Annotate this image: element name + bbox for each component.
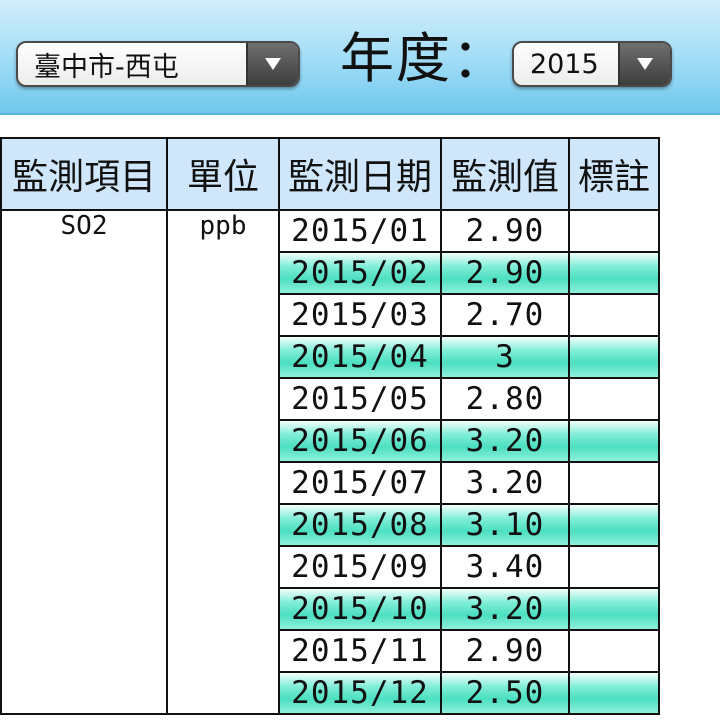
value-cell: 3.10 — [440, 503, 570, 547]
value-cell: 3.20 — [440, 461, 570, 505]
header-note: 標註 — [568, 137, 660, 211]
value-cell: 2.50 — [440, 671, 570, 715]
value-cell: 3.20 — [440, 419, 570, 463]
date-cell: 2015/06 — [278, 419, 442, 463]
note-cell — [568, 503, 660, 547]
header-date: 監測日期 — [278, 137, 442, 211]
note-cell — [568, 587, 660, 631]
item-cell: SO2 — [0, 209, 168, 715]
value-cell: 3.40 — [440, 545, 570, 589]
date-cell: 2015/03 — [278, 293, 442, 337]
year-value: 2015 — [530, 48, 599, 80]
city-dropdown-button[interactable] — [246, 43, 298, 85]
value-cell: 2.80 — [440, 377, 570, 421]
year-select[interactable]: 2015 — [512, 41, 672, 87]
note-cell — [568, 629, 660, 673]
value-cell: 3 — [440, 335, 570, 379]
date-cell: 2015/07 — [278, 461, 442, 505]
value-cell: 2.90 — [440, 629, 570, 673]
unit-cell: ppb — [166, 209, 280, 715]
monitoring-table: 監測項目 單位 監測日期 監測值 標註 SO2 ppb 2015/01 2.90… — [0, 137, 660, 715]
date-cell: 2015/01 — [278, 209, 442, 253]
note-cell — [568, 419, 660, 463]
date-cell: 2015/11 — [278, 629, 442, 673]
note-cell — [568, 335, 660, 379]
value-cell: 2.90 — [440, 251, 570, 295]
value-cell: 2.70 — [440, 293, 570, 337]
value-cell: 3.20 — [440, 587, 570, 631]
date-cell: 2015/04 — [278, 335, 442, 379]
date-cell: 2015/05 — [278, 377, 442, 421]
note-cell — [568, 671, 660, 715]
year-label: 年度： — [340, 27, 508, 90]
city-station-value: 臺中市-西屯 — [34, 51, 179, 83]
note-cell — [568, 377, 660, 421]
date-cell: 2015/12 — [278, 671, 442, 715]
date-cell: 2015/09 — [278, 545, 442, 589]
chevron-down-icon — [637, 58, 653, 70]
year-dropdown-button[interactable] — [618, 43, 670, 85]
note-cell — [568, 461, 660, 505]
note-cell — [568, 209, 660, 253]
header-item: 監測項目 — [0, 137, 168, 211]
header-unit: 單位 — [166, 137, 280, 211]
table-header-row: 監測項目 單位 監測日期 監測值 標註 — [0, 137, 660, 211]
note-cell — [568, 251, 660, 295]
date-cell: 2015/08 — [278, 503, 442, 547]
date-cell: 2015/10 — [278, 587, 442, 631]
chevron-down-icon — [265, 58, 281, 70]
date-cell: 2015/02 — [278, 251, 442, 295]
city-station-select[interactable]: 臺中市-西屯 — [16, 41, 300, 87]
value-cell: 2.90 — [440, 209, 570, 253]
header-value: 監測值 — [440, 137, 570, 211]
top-toolbar: 臺中市-西屯 年度： 2015 — [0, 0, 720, 115]
table-row: SO2 ppb 2015/01 2.90 — [0, 209, 660, 715]
note-cell — [568, 293, 660, 337]
note-cell — [568, 545, 660, 589]
